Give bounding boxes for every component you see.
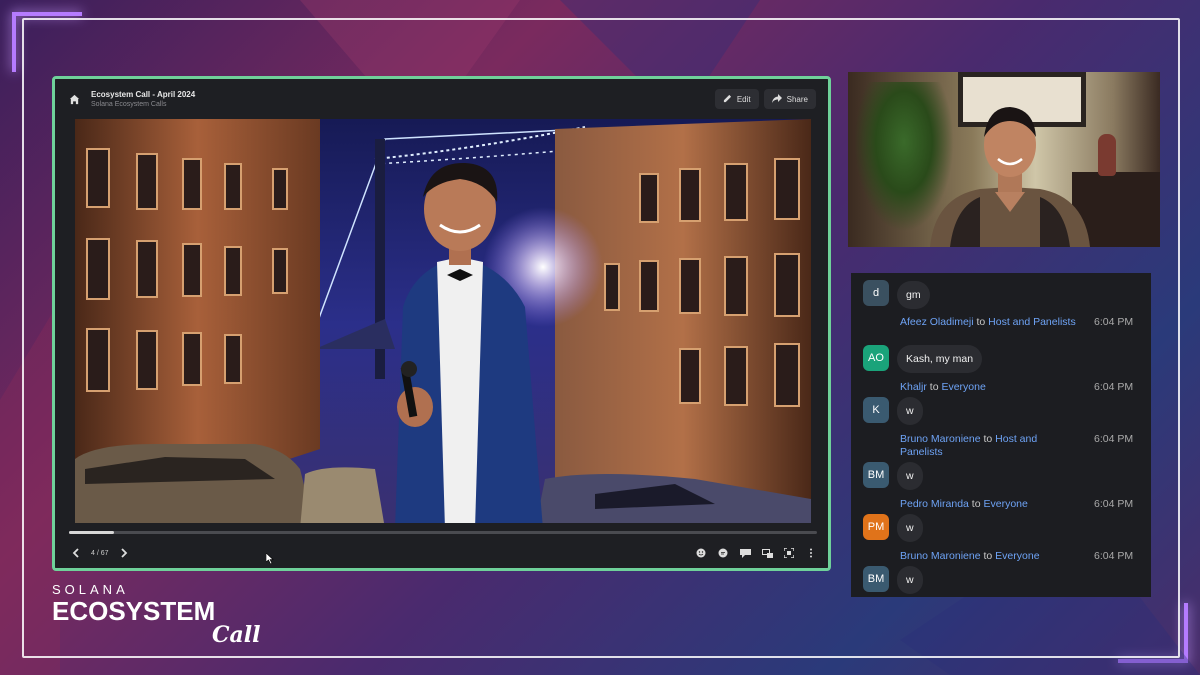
message-time: 6:04 PM [1094,433,1134,445]
avatar: BM [863,462,889,488]
slide-image [75,119,811,529]
edit-label: Edit [736,94,751,104]
logo-main-text: ECOSYSTEM [52,596,216,626]
avatar: AO [863,345,889,371]
message-bubble: w [897,462,923,490]
speaker-figure [930,107,1090,247]
presenter-figure [395,162,543,529]
sender-name: Bruno Maroniene [900,433,981,445]
pip-icon[interactable] [761,547,773,559]
message-header: Bruno Maroniene to Host and Panelists [900,433,1080,459]
message-time: 6:04 PM [1094,316,1134,328]
message-bubble: gm [897,281,930,309]
to-word: to [983,433,993,445]
message-header: Pedro Miranda to Everyone [900,498,1080,511]
title-block: Ecosystem Call - April 2024 Solana Ecosy… [91,89,710,110]
recipient-name: Everyone [983,498,1028,510]
message-time: 6:04 PM [1094,550,1134,562]
message-bubble: Kash, my man [897,345,983,373]
sender-name: Afeez Oladimeji [900,316,974,328]
edit-button[interactable]: Edit [714,89,759,109]
avatar: K [863,397,889,423]
presentation-title: Ecosystem Call - April 2024 [91,89,196,99]
sender-name: Bruno Maroniene [900,550,981,562]
emoji-icon[interactable] [695,547,707,559]
share-icon [771,93,782,105]
next-icon[interactable] [117,546,131,560]
captions-icon[interactable] [739,547,751,559]
share-label: Share [786,94,808,104]
presentation-controls: 4 / 67 [55,523,828,568]
home-icon[interactable] [67,92,81,106]
edit-icon [723,94,732,105]
to-word: to [971,498,981,510]
chat-panel: d gm Afeez Oladimeji to Host and Panelis… [851,273,1151,597]
recipient-name: Everyone [941,381,986,393]
message-bubble: w [897,397,923,425]
control-row: 4 / 67 [69,545,817,561]
message-header: Afeez Oladimeji to Host and Panelists [900,316,1080,329]
presentation-subtitle: Solana Ecosystem Calls [91,100,167,108]
message-header: Khaljr to Everyone [900,381,1080,394]
prev-icon[interactable] [69,546,83,560]
presentation-header: Ecosystem Call - April 2024 Solana Ecosy… [55,79,828,119]
avatar: d [863,280,889,306]
recipient-name: Everyone [995,550,1040,562]
control-icons [695,547,817,559]
to-word: to [983,550,993,562]
share-button[interactable]: Share [763,89,816,109]
message-time: 6:04 PM [1094,498,1134,510]
more-icon[interactable] [805,547,817,559]
avatar: PM [863,514,889,540]
solana-ecosystem-logo: SOLANA ECOSYSTEM Call [52,582,260,648]
message-bubble: w [897,566,923,594]
webcam-feed [848,72,1160,247]
message-bubble: w [897,514,923,542]
page-indicator: 4 / 67 [91,549,109,557]
fullscreen-icon[interactable] [783,547,795,559]
message-time: 6:04 PM [1094,381,1134,393]
message-header: Bruno Maroniene to Everyone [900,550,1080,563]
cursor-icon [266,553,274,564]
recipient-name: Host and Panelists [988,316,1076,328]
to-word: to [929,381,939,393]
slide-progress-fill [69,531,114,534]
logo-script-text: Call [212,622,261,648]
sender-name: Pedro Miranda [900,498,969,510]
to-word: to [976,316,986,328]
logo-top-text: SOLANA [52,582,129,597]
presentation-window: Ecosystem Call - April 2024 Solana Ecosy… [52,76,831,571]
sender-name: Khaljr [900,381,927,393]
chat-icon[interactable] [717,547,729,559]
slide-progress-bar[interactable] [69,531,817,534]
avatar: BM [863,566,889,592]
